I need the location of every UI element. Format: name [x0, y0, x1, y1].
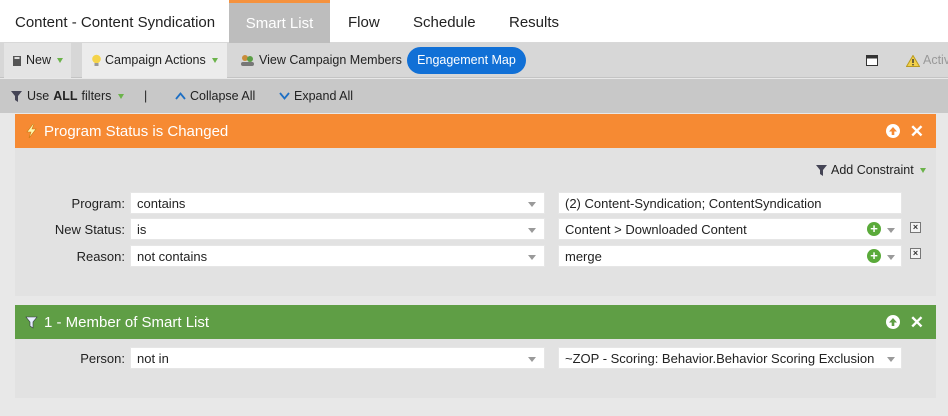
campaign-title: Content - Content Syndication [15, 14, 216, 31]
reason-value: merge [565, 249, 602, 264]
use-all-filters-dropdown[interactable]: Use ALL filters [10, 79, 125, 113]
new-button[interactable]: New [4, 43, 72, 78]
expand-all-button[interactable]: Expand All [279, 79, 353, 113]
new-label: New [26, 53, 52, 67]
window-icon [866, 55, 878, 66]
warning-icon [906, 54, 920, 67]
tab-results[interactable]: Results [497, 0, 571, 43]
person-operator-select[interactable]: not in [130, 347, 545, 369]
chevron-down-icon [528, 228, 536, 233]
collapse-all-button[interactable]: Collapse All [175, 79, 255, 113]
tab-schedule[interactable]: Schedule [401, 0, 488, 43]
program-value-field[interactable]: (2) Content-Syndication; ContentSyndicat… [558, 192, 902, 214]
tab-smart-list[interactable]: Smart List [229, 0, 330, 43]
engagement-map-button[interactable]: Engagement Map [407, 47, 526, 74]
chevron-down-icon [528, 357, 536, 362]
active-label: Activ [923, 53, 948, 67]
window-toggle-button[interactable] [866, 43, 878, 78]
program-value: (2) Content-Syndication; ContentSyndicat… [565, 196, 822, 211]
close-icon[interactable]: ✕ [910, 314, 924, 331]
filter-title: 1 - Member of Smart List [44, 313, 210, 331]
add-value-icon[interactable]: + [867, 222, 881, 236]
chevron-down-icon[interactable] [887, 255, 895, 260]
new-status-value-field[interactable]: Content > Downloaded Content + [558, 218, 902, 240]
new-status-label: New Status: [54, 222, 125, 237]
filter-header[interactable]: 1 - Member of Smart List ✕ [15, 305, 936, 339]
reason-operator-value: not contains [137, 249, 208, 264]
filter-header-actions: ✕ [885, 114, 924, 148]
collapse-all-label: Collapse All [190, 89, 256, 103]
chevron-down-icon [118, 93, 125, 99]
filter-toolbar: Use ALL filters | Collapse All Expand Al… [0, 79, 948, 113]
add-constraint-label: Add Constraint [831, 163, 914, 177]
chevron-down-icon [887, 357, 895, 362]
filter-member-of-smart-list: 1 - Member of Smart List ✕ Person: not i… [15, 305, 936, 398]
chevron-down-icon [528, 202, 536, 207]
chevron-up-icon [175, 92, 186, 100]
new-status-value: Content > Downloaded Content [565, 222, 747, 237]
lightbulb-icon [92, 54, 101, 66]
use-all-label: ALL [53, 89, 78, 103]
person-operator-value: not in [137, 351, 169, 366]
filter-funnel-icon [25, 316, 38, 329]
chevron-down-icon [528, 255, 536, 260]
person-value-select[interactable]: ~ZOP - Scoring: Behavior.Behavior Scorin… [558, 347, 902, 369]
filter-header-actions: ✕ [885, 305, 924, 339]
move-up-icon[interactable] [885, 315, 900, 329]
chevron-down-icon [211, 58, 218, 63]
chevron-down-icon [919, 167, 926, 173]
move-up-icon[interactable] [885, 124, 900, 138]
members-icon [241, 55, 254, 66]
new-icon [13, 55, 21, 66]
add-constraint-button[interactable]: Add Constraint [815, 163, 926, 177]
reason-value-field[interactable]: merge + [558, 245, 902, 267]
program-label: Program: [71, 196, 125, 211]
person-label: Person: [80, 351, 125, 366]
add-value-icon[interactable]: + [867, 249, 881, 263]
chevron-down-icon [57, 58, 64, 63]
campaign-actions-button[interactable]: Campaign Actions [82, 43, 227, 78]
remove-constraint-icon[interactable]: × [910, 222, 921, 233]
expand-all-label: Expand All [294, 89, 354, 103]
chevron-down-icon [279, 92, 290, 100]
new-status-operator-value: is [137, 222, 147, 237]
new-status-operator-select[interactable]: is [130, 218, 545, 240]
filter-funnel-icon [11, 90, 22, 102]
campaign-actions-label: Campaign Actions [105, 53, 206, 67]
reason-operator-select[interactable]: not contains [130, 245, 545, 267]
toolbar-separator: | [144, 89, 148, 103]
program-operator-value: contains [137, 196, 186, 211]
filter-program-status-changed: Program Status is Changed ✕ Add Constrai… [15, 114, 936, 296]
view-campaign-members-button[interactable]: View Campaign Members [240, 43, 402, 78]
tab-flow[interactable]: Flow [336, 0, 392, 43]
remove-constraint-icon[interactable]: × [910, 248, 921, 259]
close-icon[interactable]: ✕ [910, 123, 924, 140]
filter-funnel-icon [816, 164, 827, 176]
use-prefix: Use [27, 89, 50, 103]
view-members-label: View Campaign Members [259, 53, 402, 67]
reason-label: Reason: [76, 249, 125, 264]
active-status[interactable]: Activ [906, 43, 948, 78]
use-suffix: filters [81, 89, 112, 103]
chevron-down-icon[interactable] [887, 228, 895, 233]
program-operator-select[interactable]: contains [130, 192, 545, 214]
tab-bar: Content - Content Syndication Smart List… [0, 0, 948, 43]
trigger-bolt-icon [26, 124, 37, 138]
filter-header[interactable]: Program Status is Changed ✕ [15, 114, 936, 148]
person-value: ~ZOP - Scoring: Behavior.Behavior Scorin… [565, 351, 875, 366]
filter-title: Program Status is Changed [44, 122, 229, 140]
